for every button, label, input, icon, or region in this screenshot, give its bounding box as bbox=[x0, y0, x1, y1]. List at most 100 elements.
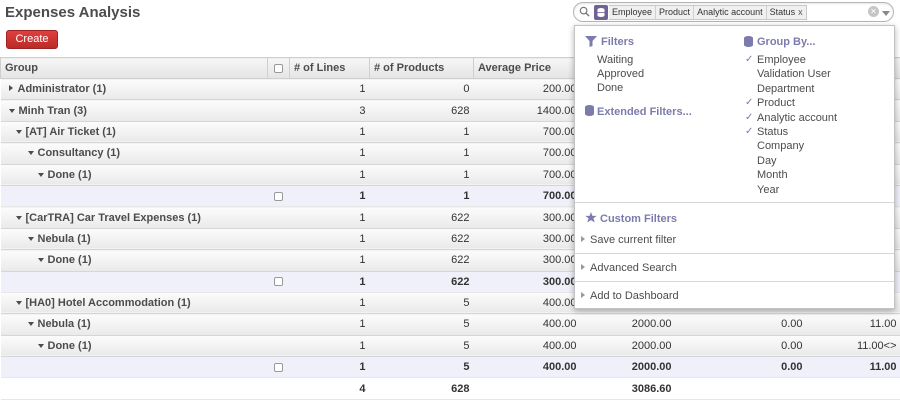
group-row[interactable]: Done (1) 1 5 400.00 2000.00 0.00 11.00<> bbox=[0, 335, 900, 358]
chevron-down-icon[interactable] bbox=[37, 343, 44, 348]
average-price-cell: 700.00 bbox=[473, 121, 581, 144]
group-label[interactable]: [CarTRA] Car Travel Expenses (1) bbox=[0, 206, 268, 229]
value-cell: 0.00 bbox=[675, 313, 807, 336]
average-price-cell: 700.00 bbox=[473, 142, 581, 165]
group-label[interactable]: Done (1) bbox=[0, 335, 268, 358]
column-header-group[interactable]: Group bbox=[0, 57, 268, 79]
group-by-option[interactable]: Year bbox=[757, 184, 779, 196]
lines-cell: 1 bbox=[289, 228, 370, 251]
products-cell: 622 bbox=[369, 271, 474, 293]
search-icon[interactable] bbox=[579, 6, 590, 17]
chevron-down-icon[interactable] bbox=[37, 172, 44, 177]
average-price-cell: 200.00 bbox=[473, 78, 581, 101]
amount-cell: 2000.00 bbox=[580, 313, 676, 336]
checkmark-icon: ✓ bbox=[745, 111, 754, 123]
chevron-down-icon[interactable] bbox=[27, 322, 34, 327]
filter-done[interactable]: Done bbox=[597, 82, 623, 94]
record-row[interactable]: 1 5 400.00 2000.00 0.00 11.00 bbox=[0, 356, 900, 379]
cell bbox=[0, 185, 268, 208]
group-label[interactable]: Done (1) bbox=[0, 164, 268, 186]
row-checkbox[interactable] bbox=[267, 271, 290, 293]
row-checkbox[interactable] bbox=[267, 185, 290, 208]
group-by-option[interactable]: Month bbox=[757, 169, 788, 181]
lines-cell: 1 bbox=[289, 313, 370, 336]
chevron-down-icon[interactable] bbox=[15, 129, 22, 134]
cell bbox=[267, 249, 290, 272]
cell bbox=[0, 356, 268, 379]
cell bbox=[267, 335, 290, 358]
value-cell: 11.00 bbox=[806, 356, 900, 379]
group-by-option[interactable]: Company bbox=[757, 140, 804, 152]
average-price-cell: 300.00 bbox=[473, 206, 581, 229]
cell bbox=[267, 313, 290, 336]
divider bbox=[575, 281, 894, 282]
group-by-option[interactable]: Product bbox=[757, 97, 795, 109]
search-box[interactable]: Employee Product Analytic account Status… bbox=[573, 2, 894, 22]
group-label[interactable]: Administrator (1) bbox=[0, 78, 268, 101]
search-dropdown-toggle[interactable] bbox=[882, 11, 890, 16]
group-by-option[interactable]: Day bbox=[757, 155, 777, 167]
average-price-cell: 400.00 bbox=[473, 356, 581, 379]
group-label[interactable]: Nebula (1) bbox=[0, 313, 268, 336]
create-button[interactable]: Create bbox=[6, 30, 58, 49]
lines-cell: 1 bbox=[289, 249, 370, 272]
group-label[interactable]: Minh Tran (3) bbox=[0, 99, 268, 122]
amount-cell: 2000.00 bbox=[580, 356, 676, 379]
group-label[interactable]: Consultancy (1) bbox=[0, 142, 268, 165]
total-products: 628 bbox=[369, 377, 474, 400]
filter-approved[interactable]: Approved bbox=[597, 68, 644, 80]
add-to-dashboard[interactable]: Add to Dashboard bbox=[581, 290, 679, 302]
chevron-down-icon[interactable] bbox=[27, 236, 34, 241]
chevron-down-icon[interactable] bbox=[15, 301, 22, 306]
chevron-right-icon[interactable] bbox=[8, 85, 13, 92]
group-by-option[interactable]: Validation User bbox=[757, 68, 831, 80]
facet-remove-button[interactable]: x bbox=[798, 6, 806, 19]
group-row[interactable]: Nebula (1) 1 5 400.00 2000.00 0.00 11.00 bbox=[0, 313, 900, 336]
total-average-price bbox=[473, 377, 581, 400]
row-checkbox[interactable] bbox=[267, 356, 290, 379]
products-cell: 1 bbox=[369, 164, 474, 186]
cell bbox=[267, 99, 290, 122]
filter-waiting[interactable]: Waiting bbox=[597, 54, 633, 66]
save-current-filter[interactable]: Save current filter bbox=[581, 234, 676, 246]
products-cell: 1 bbox=[369, 185, 474, 208]
group-by-option[interactable]: Status bbox=[757, 126, 788, 138]
lines-cell: 1 bbox=[289, 78, 370, 101]
products-cell: 5 bbox=[369, 335, 474, 358]
column-header-lines[interactable]: # of Lines bbox=[289, 57, 370, 79]
group-by-option[interactable]: Department bbox=[757, 83, 814, 95]
products-cell: 1 bbox=[369, 142, 474, 165]
products-cell: 1 bbox=[369, 121, 474, 144]
select-all-checkbox[interactable] bbox=[267, 57, 290, 79]
clear-search-icon[interactable]: ✕ bbox=[868, 6, 879, 17]
chevron-down-icon[interactable] bbox=[37, 258, 44, 263]
checkmark-icon: ✓ bbox=[745, 54, 754, 65]
average-price-cell: 300.00 bbox=[473, 271, 581, 293]
chevron-down-icon[interactable] bbox=[15, 215, 22, 220]
group-label[interactable]: [AT] Air Ticket (1) bbox=[0, 121, 268, 144]
cell bbox=[267, 206, 290, 229]
cell bbox=[267, 292, 290, 315]
column-header-products[interactable]: # of Products bbox=[369, 57, 474, 79]
page-title: Expenses Analysis bbox=[5, 4, 141, 21]
search-facet[interactable]: Employee Product Analytic account Status… bbox=[609, 5, 807, 20]
products-cell: 5 bbox=[369, 356, 474, 379]
group-label[interactable]: [HA0] Hotel Accommodation (1) bbox=[0, 292, 268, 315]
search-options-dropdown: Filters Waiting Approved Done Extended F… bbox=[574, 25, 895, 309]
facet-value: Analytic account bbox=[693, 6, 766, 19]
column-header-average-price[interactable]: Average Price bbox=[473, 57, 581, 79]
checkmark-icon: ✓ bbox=[745, 97, 754, 109]
chevron-down-icon[interactable] bbox=[8, 108, 15, 113]
cell bbox=[267, 121, 290, 144]
group-by-option[interactable]: Employee bbox=[757, 54, 806, 66]
value-cell: 0.00 bbox=[675, 356, 807, 379]
filter-icon bbox=[585, 36, 597, 47]
advanced-search[interactable]: Advanced Search bbox=[581, 262, 677, 274]
average-price-cell: 1400.00 bbox=[473, 99, 581, 122]
extended-filters-toggle[interactable]: Extended Filters... bbox=[597, 106, 692, 118]
chevron-down-icon[interactable] bbox=[27, 151, 34, 156]
group-label[interactable]: Nebula (1) bbox=[0, 228, 268, 251]
group-by-option[interactable]: Analytic account bbox=[757, 112, 837, 124]
group-label[interactable]: Done (1) bbox=[0, 249, 268, 272]
facet-value: Employee bbox=[612, 7, 653, 17]
